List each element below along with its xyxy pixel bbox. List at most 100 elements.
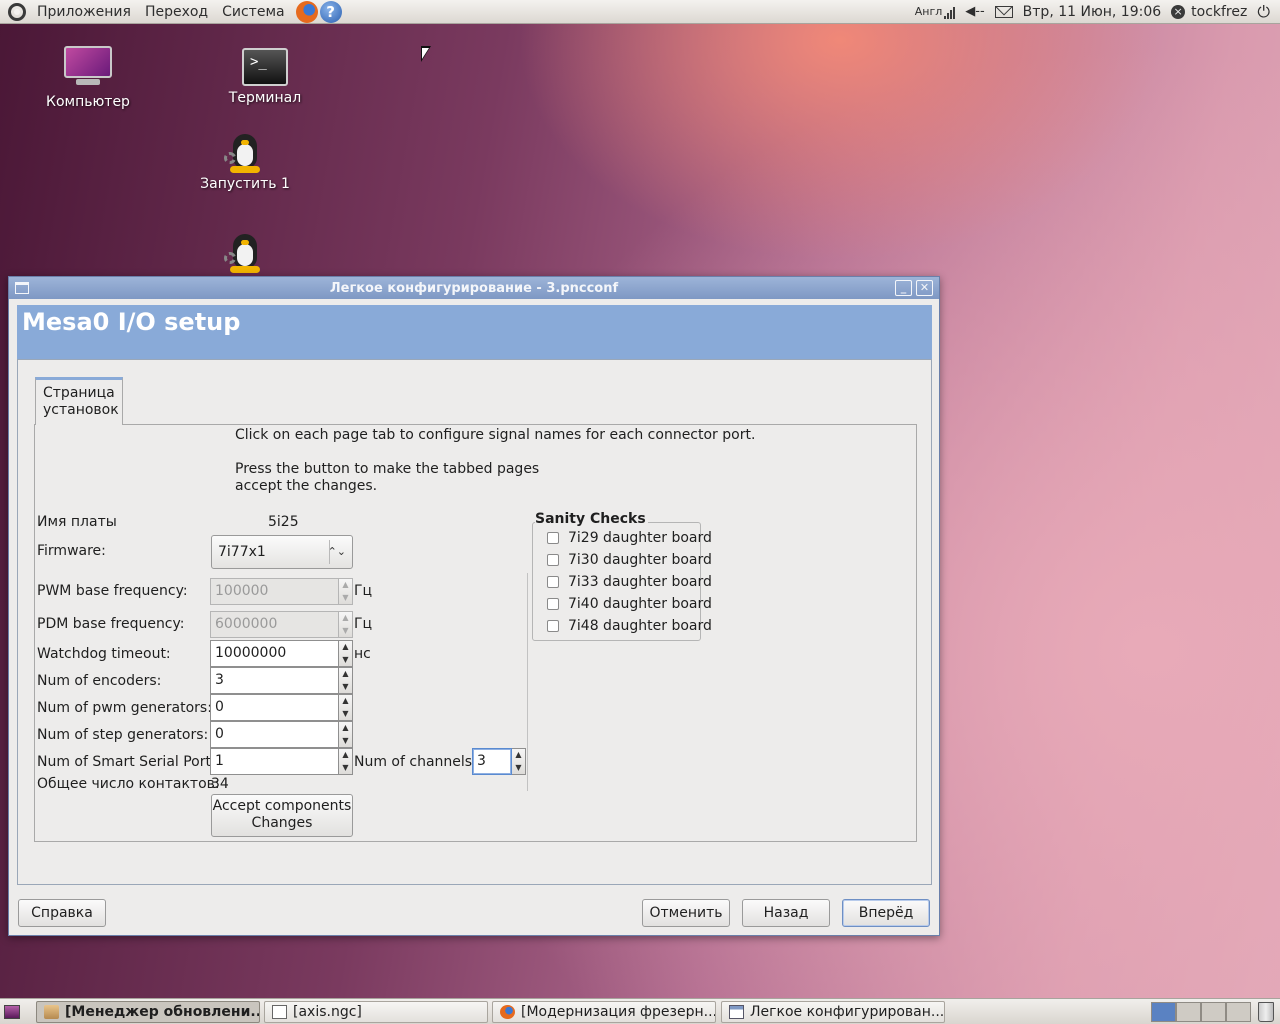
spin-arrows[interactable]: ▲ ▼ — [339, 667, 353, 694]
content-frame: Страница установок Click on each page ta… — [17, 359, 932, 885]
checkbox[interactable] — [547, 620, 559, 632]
down-arrow-icon[interactable]: ▼ — [339, 654, 352, 667]
check-label: 7i29 daughter board — [568, 530, 712, 546]
spin-arrows[interactable]: ▲ ▼ — [512, 748, 526, 775]
up-arrow-icon[interactable]: ▲ — [339, 695, 352, 708]
back-button[interactable]: Назад — [742, 899, 830, 927]
checkbox[interactable] — [547, 532, 559, 544]
show-desktop-icon[interactable] — [4, 1005, 20, 1019]
window-titlebar[interactable]: Легкое конфигурирование - 3.pncconf _ ✕ — [9, 277, 939, 299]
clock[interactable]: Втр, 11 Июн, 19:06 — [1023, 0, 1161, 24]
tab-settings-page[interactable]: Страница установок — [35, 377, 123, 425]
close-icon[interactable]: ✕ — [916, 280, 933, 296]
workspace-2[interactable] — [1176, 1002, 1201, 1022]
desktop-icon-launcher-1[interactable]: Запустить 1 — [195, 128, 295, 192]
firmware-value: 7i77x1 — [218, 544, 266, 560]
smart-serial-input[interactable]: 1 — [210, 748, 339, 775]
check-label: 7i40 daughter board — [568, 596, 712, 612]
checkbox[interactable] — [547, 554, 559, 566]
power-icon[interactable]: ⏻ — [1257, 2, 1270, 22]
check-label: 7i33 daughter board — [568, 574, 712, 590]
mouse-cursor-icon — [421, 46, 431, 62]
down-arrow-icon[interactable]: ▼ — [339, 762, 352, 775]
encoders-input[interactable]: 3 — [210, 667, 339, 694]
network-signal-icon — [944, 5, 956, 19]
task-axis[interactable]: [axis.ngc] — [264, 1001, 488, 1023]
up-arrow-icon[interactable]: ▲ — [339, 722, 352, 735]
sanity-checks-title: Sanity Checks — [535, 511, 648, 527]
terminal-icon: >_ — [242, 48, 288, 86]
cancel-button[interactable]: Отменить — [642, 899, 730, 927]
menu-system[interactable]: Система — [215, 0, 291, 24]
info-text-2: Press the button to make the tabbed page… — [235, 461, 540, 477]
spin-arrows[interactable]: ▲ ▼ — [339, 640, 353, 667]
computer-icon — [64, 46, 112, 86]
sanity-check-7i40[interactable]: 7i40 daughter board — [547, 596, 712, 612]
trash-icon[interactable] — [1258, 1002, 1274, 1022]
pdm-unit: Гц — [354, 616, 373, 632]
help-launcher-icon[interactable]: ? — [319, 0, 342, 23]
down-arrow-icon[interactable]: ▼ — [339, 681, 352, 694]
desktop-icon-terminal[interactable]: >_ Терминал — [215, 48, 315, 106]
channels-input[interactable]: 3 — [472, 748, 512, 775]
volume-icon[interactable]: ◀-- — [965, 4, 984, 19]
spin-arrows[interactable]: ▲ ▼ — [339, 721, 353, 748]
menu-places[interactable]: Переход — [138, 0, 215, 24]
tab-panel: Click on each page tab to configure sign… — [34, 424, 917, 842]
down-arrow-icon[interactable]: ▼ — [339, 735, 352, 748]
task-update-manager[interactable]: [Менеджер обновлени... — [36, 1001, 260, 1023]
forward-button[interactable]: Вперёд — [842, 899, 930, 927]
top-panel: Приложения Переход Система ? Англ ◀-- Вт… — [0, 0, 1280, 24]
task-pncconf[interactable]: Легкое конфигурирован... — [721, 1001, 945, 1023]
board-name-label: Имя платы — [37, 514, 117, 530]
desktop-icon-label: Запустить 1 — [200, 176, 290, 192]
mail-icon[interactable] — [994, 5, 1013, 18]
workspace-4[interactable] — [1226, 1002, 1251, 1022]
sanity-check-7i33[interactable]: 7i33 daughter board — [547, 574, 712, 590]
window-menu-icon[interactable] — [15, 282, 29, 294]
firefox-launcher-icon[interactable] — [295, 0, 318, 23]
up-arrow-icon[interactable]: ▲ — [339, 749, 352, 762]
checkbox[interactable] — [547, 598, 559, 610]
sanity-check-7i30[interactable]: 7i30 daughter board — [547, 552, 712, 568]
help-button[interactable]: Справка — [18, 899, 106, 927]
checkbox[interactable] — [547, 576, 559, 588]
step-generators-input[interactable]: 0 — [210, 721, 339, 748]
up-arrow-icon[interactable]: ▲ — [512, 749, 525, 762]
firmware-combo[interactable]: 7i77x1 ⌃⌄ — [211, 535, 353, 569]
sanity-check-7i48[interactable]: 7i48 daughter board — [547, 618, 712, 634]
spin-arrows[interactable]: ▲ ▼ — [339, 694, 353, 721]
desktop-icon-launcher-2[interactable] — [195, 228, 295, 274]
workspace-3[interactable] — [1201, 1002, 1226, 1022]
total-pins-label: Общее число контактов: — [37, 776, 220, 792]
board-name-value: 5i25 — [268, 514, 299, 530]
ubuntu-logo-icon[interactable] — [8, 2, 26, 21]
firmware-label: Firmware: — [37, 543, 106, 559]
launcher-penguin-icon — [222, 128, 268, 174]
page-banner: Mesa0 I/O setup — [17, 305, 932, 359]
user-menu[interactable]: × tockfrez — [1171, 4, 1247, 20]
task-firefox[interactable]: [Модернизация фрезерн... — [492, 1001, 716, 1023]
up-arrow-icon: ▲ — [342, 613, 349, 622]
sanity-check-7i29[interactable]: 7i29 daughter board — [547, 530, 712, 546]
keyboard-layout-indicator[interactable]: Англ — [915, 5, 956, 19]
desktop-icon-label: Компьютер — [46, 94, 130, 110]
step-generators-label: Num of step generators: — [37, 727, 209, 743]
pwm-generators-input[interactable]: 0 — [210, 694, 339, 721]
menu-applications[interactable]: Приложения — [30, 0, 138, 24]
workspace-1[interactable] — [1151, 1002, 1176, 1022]
axis-icon — [272, 1005, 287, 1019]
desktop-icon-computer[interactable]: Компьютер — [38, 46, 138, 110]
down-arrow-icon[interactable]: ▼ — [339, 708, 352, 721]
up-arrow-icon[interactable]: ▲ — [339, 668, 352, 681]
watchdog-unit: нс — [354, 646, 371, 662]
spin-arrows[interactable]: ▲ ▼ — [339, 748, 353, 775]
window-title: Легкое конфигурирование - 3.pncconf — [329, 280, 619, 296]
watchdog-input[interactable]: 10000000 — [210, 640, 339, 667]
down-arrow-icon: ▼ — [342, 625, 349, 635]
up-arrow-icon[interactable]: ▲ — [339, 641, 352, 654]
minimize-icon[interactable]: _ — [895, 280, 912, 296]
down-arrow-icon[interactable]: ▼ — [512, 762, 525, 775]
window-icon — [729, 1005, 744, 1019]
accept-changes-button[interactable]: Accept components Changes — [211, 794, 353, 837]
